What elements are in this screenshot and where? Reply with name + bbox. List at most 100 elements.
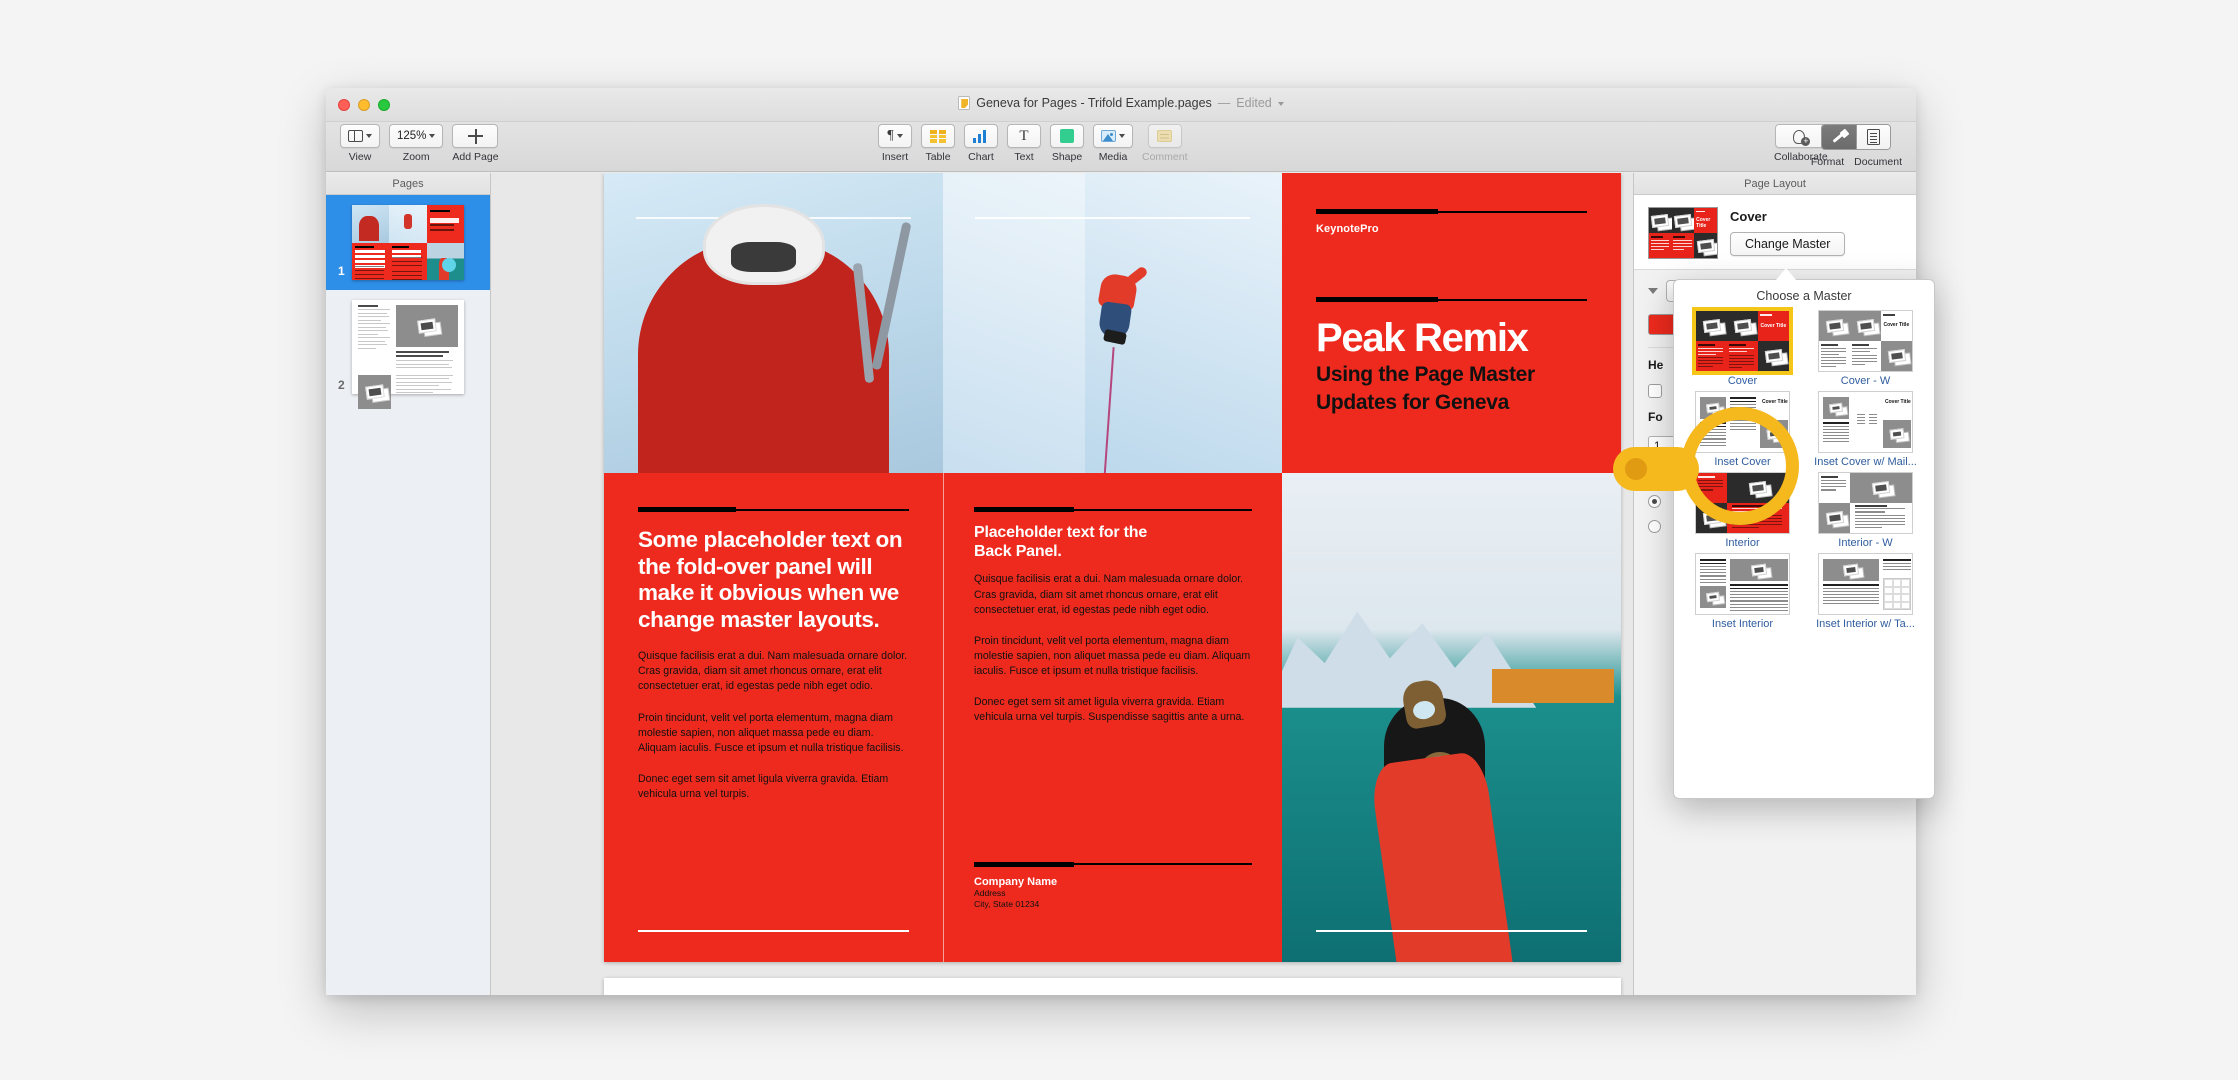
foldover-bottom-rule	[638, 930, 909, 932]
foldover-paragraph-1[interactable]: Quisque facilisis erat a dui. Nam malesu…	[638, 649, 909, 694]
chart-button[interactable]	[964, 124, 998, 148]
master-thumb-inset-cover[interactable]: Cover Title	[1695, 391, 1790, 453]
footer-label: Fo	[1648, 410, 1663, 424]
cover-panel[interactable]: KeynotePro Peak Remix Using the Page Mas…	[1282, 173, 1621, 473]
master-thumb-inset-interior[interactable]	[1695, 553, 1790, 615]
backpanel-paragraph-3[interactable]: Donec eget sem sit amet ligula viverra g…	[974, 695, 1252, 725]
master-option-inset-cover[interactable]: Cover Title Inset Cover	[1684, 391, 1801, 468]
cover-title[interactable]: Peak Remix	[1316, 318, 1587, 359]
photo-ice-climber-back[interactable]	[604, 173, 943, 473]
back-panel[interactable]: Placeholder text for the Back Panel. Qui…	[943, 473, 1282, 962]
window-title: Geneva for Pages - Trifold Example.pages…	[326, 96, 1916, 110]
page-thumbnail-1[interactable]: 1	[326, 195, 490, 290]
chevron-down-icon[interactable]	[1277, 102, 1284, 106]
media-control[interactable]: Media	[1093, 124, 1133, 163]
master-option-interior-w[interactable]: Interior - W	[1807, 472, 1924, 549]
thumb-photo-compass	[426, 242, 464, 280]
view-button[interactable]	[340, 124, 380, 148]
document-page-2[interactable]	[604, 978, 1621, 995]
master-thumb-cover[interactable]: Cover Title	[1692, 307, 1793, 375]
comment-button[interactable]	[1147, 124, 1182, 148]
window-titlebar: Geneva for Pages - Trifold Example.pages…	[326, 88, 1916, 122]
company-address-line1[interactable]: Address	[974, 888, 1252, 899]
photo-compass-fjord[interactable]	[1282, 473, 1621, 962]
headers-checkbox[interactable]	[1648, 384, 1662, 398]
insert-control[interactable]: ¶ Insert	[878, 124, 912, 163]
media-button[interactable]	[1093, 124, 1133, 148]
current-master-thumbnail[interactable]: Cover Title	[1648, 207, 1718, 259]
cover-subtitle-line1[interactable]: Using the Page Master	[1316, 362, 1587, 388]
zoom-button[interactable]: 125%	[389, 124, 444, 148]
shape-control[interactable]: Shape	[1050, 124, 1084, 163]
choose-master-popover[interactable]: Choose a Master Cover Title Cover Cover …	[1673, 279, 1935, 799]
master-thumb-interior[interactable]	[1695, 472, 1790, 534]
master-option-cover[interactable]: Cover Title Cover	[1684, 307, 1801, 387]
company-name[interactable]: Company Name	[974, 876, 1252, 888]
master-option-inset-cover-mail[interactable]: Cover Title Inset Cover w/ Mail...	[1807, 391, 1924, 468]
text-control[interactable]: T Text	[1007, 124, 1041, 163]
inspector-segmented-control[interactable]	[1821, 124, 1892, 150]
numbering-radio-continue[interactable]	[1648, 495, 1661, 508]
master-thumb-inset-interior-table[interactable]	[1818, 553, 1913, 615]
master-label-inset-cover-mail: Inset Cover w/ Mail...	[1814, 456, 1917, 468]
document-title[interactable]: Geneva for Pages - Trifold Example.pages	[976, 96, 1212, 110]
document-tab-button[interactable]	[1856, 125, 1891, 149]
shape-button[interactable]	[1050, 124, 1084, 148]
master-label-inset-interior: Inset Interior	[1711, 618, 1774, 630]
cover-title-rule	[1316, 297, 1587, 302]
disclosure-triangle-icon[interactable]	[1648, 288, 1658, 294]
foldover-heading[interactable]: Some placeholder text on the fold-over p…	[638, 527, 909, 633]
master-option-inset-interior-table[interactable]: Inset Interior w/ Ta...	[1807, 553, 1924, 630]
zoom-control[interactable]: 125% Zoom	[389, 124, 444, 163]
master-label-interior-w: Interior - W	[1838, 537, 1893, 549]
chevron-down-icon	[366, 134, 372, 138]
cover-subtitle-line2[interactable]: Updates for Geneva	[1316, 390, 1587, 416]
photo-ice-climber-wall[interactable]	[943, 173, 1282, 473]
main-toolbar: View 125% Zoom Add Page ¶ Insert Table C…	[326, 122, 1916, 172]
document-page-1[interactable]: KeynotePro Peak Remix Using the Page Mas…	[604, 173, 1621, 962]
cover-brand[interactable]: KeynotePro	[1316, 223, 1587, 235]
table-button[interactable]	[921, 124, 955, 148]
document-icon	[958, 96, 971, 110]
page-thumbnail-2[interactable]: 2	[326, 290, 490, 409]
master-thumb-inset-cover-mail[interactable]: Cover Title	[1818, 391, 1913, 453]
comment-control[interactable]: Comment	[1142, 124, 1188, 163]
master-label-inset-interior-table: Inset Interior w/ Ta...	[1816, 618, 1915, 630]
backpanel-paragraph-1[interactable]: Quisque facilisis erat a dui. Nam malesu…	[974, 572, 1252, 617]
numbering-radio-start-at[interactable]	[1648, 520, 1661, 533]
fold-over-panel[interactable]: Some placeholder text on the fold-over p…	[604, 473, 943, 962]
thumb-photo-iceclimb	[389, 205, 427, 243]
table-icon	[930, 129, 946, 143]
backpanel-heading-line1[interactable]: Placeholder text for the	[974, 523, 1252, 542]
foldover-paragraph-3[interactable]: Donec eget sem sit amet ligula viverra g…	[638, 772, 909, 802]
master-label-cover-w: Cover - W	[1840, 375, 1891, 387]
backpanel-paragraph-2[interactable]: Proin tincidunt, velit vel porta element…	[974, 634, 1252, 679]
document-canvas[interactable]: KeynotePro Peak Remix Using the Page Mas…	[491, 173, 1633, 995]
toolbar-inspector-toggle: Format Document	[1811, 124, 1902, 168]
edited-status: Edited	[1236, 96, 1272, 110]
backpanel-heading-line2[interactable]: Back Panel.	[974, 542, 1252, 561]
insert-button[interactable]: ¶	[878, 124, 912, 148]
shape-label: Shape	[1051, 151, 1083, 163]
master-option-cover-w[interactable]: Cover Title Cover - W	[1807, 310, 1924, 387]
media-icon	[1101, 130, 1116, 142]
chart-label: Chart	[968, 151, 994, 163]
view-control[interactable]: View	[340, 124, 380, 163]
page-number-2: 2	[338, 378, 345, 392]
text-button[interactable]: T	[1007, 124, 1041, 148]
change-master-button[interactable]: Change Master	[1730, 232, 1846, 256]
foldover-paragraph-2[interactable]: Proin tincidunt, velit vel porta element…	[638, 711, 909, 756]
company-address-line2[interactable]: City, State 01234	[974, 899, 1252, 910]
format-tab-button[interactable]	[1822, 125, 1857, 149]
table-control[interactable]: Table	[921, 124, 955, 163]
thumb2-text-col	[358, 305, 391, 371]
chart-control[interactable]: Chart	[964, 124, 998, 163]
photo-bottom-rule	[1316, 930, 1587, 932]
master-option-interior[interactable]: Interior	[1684, 472, 1801, 549]
master-thumb-cover-w[interactable]: Cover Title	[1818, 310, 1913, 372]
master-thumb-interior-w[interactable]	[1818, 472, 1913, 534]
add-page-control[interactable]: Add Page	[452, 124, 499, 163]
add-page-button[interactable]	[452, 124, 499, 148]
master-option-inset-interior[interactable]: Inset Interior	[1684, 553, 1801, 630]
toolbar-center-group: ¶ Insert Table Chart T Text Shape Media …	[878, 124, 1188, 163]
